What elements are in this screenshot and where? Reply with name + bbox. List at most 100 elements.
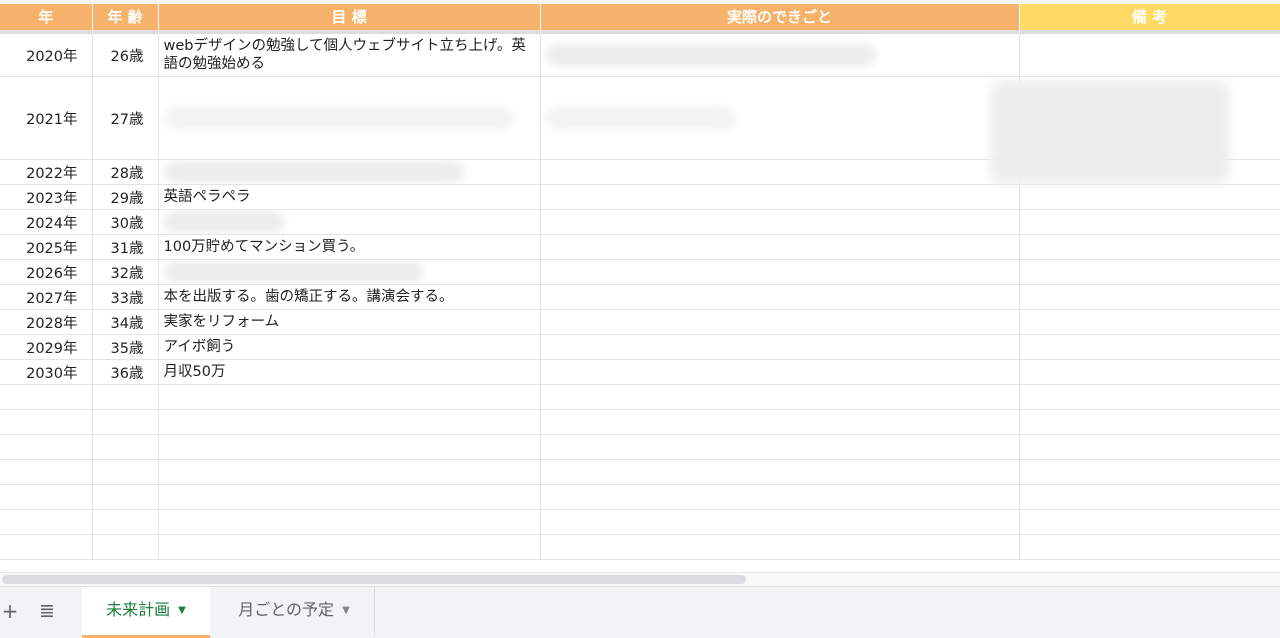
cell-year[interactable]: 2026年 [0,259,93,285]
cell-goal[interactable]: アイボ飼う [158,334,541,360]
cell-year[interactable]: 2028年 [0,309,93,335]
empty-cell[interactable] [92,384,159,410]
header-goal[interactable]: 目 標 [158,0,541,34]
header-year[interactable]: 年 [0,0,93,34]
horizontal-scrollbar[interactable] [0,572,1280,587]
cell-actual[interactable] [540,334,1020,360]
header-age[interactable]: 年 齢 [92,0,159,34]
tab-menu-caret-icon[interactable]: ▼ [178,588,186,634]
cell-year[interactable]: 2020年 [0,34,93,77]
cell-note[interactable] [1019,284,1280,310]
empty-cell[interactable] [1019,459,1280,485]
cell-actual[interactable] [540,209,1020,235]
cell-goal[interactable] [158,209,541,235]
empty-cell[interactable] [540,534,1020,560]
cell-actual[interactable] [540,259,1020,285]
empty-cell[interactable] [92,409,159,435]
empty-cell[interactable] [1019,434,1280,460]
empty-cell[interactable] [540,384,1020,410]
cell-note[interactable] [1019,359,1280,385]
empty-cell[interactable] [0,509,93,535]
cell-age[interactable]: 27歳 [92,76,159,160]
empty-cell[interactable] [1019,509,1280,535]
empty-cell[interactable] [92,484,159,510]
empty-cell[interactable] [540,434,1020,460]
cell-year[interactable]: 2029年 [0,334,93,360]
cell-year[interactable]: 2023年 [0,184,93,210]
empty-cell[interactable] [92,434,159,460]
cell-goal[interactable]: 月収50万 [158,359,541,385]
header-actual[interactable]: 実際のできごと [540,0,1020,34]
empty-cell[interactable] [1019,484,1280,510]
empty-cell[interactable] [540,409,1020,435]
cell-actual[interactable] [540,309,1020,335]
cell-actual[interactable] [540,359,1020,385]
cell-actual[interactable] [540,159,1020,185]
empty-cell[interactable] [92,509,159,535]
cell-age[interactable]: 30歳 [92,209,159,235]
cell-age[interactable]: 32歳 [92,259,159,285]
empty-cell[interactable] [1019,409,1280,435]
cell-note[interactable] [1019,334,1280,360]
cell-age[interactable]: 26歳 [92,34,159,77]
empty-cell[interactable] [158,384,541,410]
add-sheet-icon[interactable]: + [0,587,20,636]
cell-age[interactable]: 29歳 [92,184,159,210]
all-sheets-menu-icon[interactable]: ≣ [34,587,60,636]
spreadsheet-grid[interactable]: 年 年 齢 目 標 実際のできごと 備 考 2020年 26歳 webデザインの… [0,0,1280,572]
cell-goal[interactable]: webデザインの勉強して個人ウェブサイト立ち上げ。英語の勉強始める [158,34,541,77]
empty-cell[interactable] [1019,384,1280,410]
cell-actual[interactable] [540,34,1020,77]
empty-cell[interactable] [0,434,93,460]
cell-note[interactable] [1019,234,1280,260]
cell-year[interactable]: 2024年 [0,209,93,235]
cell-age[interactable]: 34歳 [92,309,159,335]
empty-cell[interactable] [0,384,93,410]
tab-monthly-schedule[interactable]: 月ごとの予定 ▼ [214,587,375,635]
cell-actual[interactable] [540,234,1020,260]
tab-menu-caret-icon[interactable]: ▼ [342,588,350,634]
cell-age[interactable]: 35歳 [92,334,159,360]
cell-goal[interactable] [158,159,541,185]
cell-year[interactable]: 2030年 [0,359,93,385]
cell-actual[interactable] [540,184,1020,210]
cell-note[interactable] [1019,34,1280,77]
cell-note[interactable] [1019,184,1280,210]
empty-cell[interactable] [0,484,93,510]
empty-cell[interactable] [1019,534,1280,560]
cell-age[interactable]: 36歳 [92,359,159,385]
empty-cell[interactable] [540,459,1020,485]
empty-cell[interactable] [158,434,541,460]
empty-cell[interactable] [0,459,93,485]
cell-goal[interactable]: 100万貯めてマンション買う。 [158,234,541,260]
cell-goal[interactable] [158,76,541,160]
cell-actual[interactable] [540,284,1020,310]
header-note[interactable]: 備 考 [1019,0,1280,34]
cell-note[interactable] [1019,309,1280,335]
empty-cell[interactable] [158,459,541,485]
cell-year[interactable]: 2025年 [0,234,93,260]
empty-cell[interactable] [158,534,541,560]
empty-cell[interactable] [92,534,159,560]
empty-cell[interactable] [158,409,541,435]
cell-age[interactable]: 28歳 [92,159,159,185]
tab-future-plan[interactable]: 未来計画 ▼ [82,587,210,638]
cell-note[interactable] [1019,209,1280,235]
cell-goal[interactable] [158,259,541,285]
empty-cell[interactable] [0,534,93,560]
cell-goal[interactable]: 本を出版する。歯の矯正する。講演会する。 [158,284,541,310]
empty-cell[interactable] [92,459,159,485]
cell-age[interactable]: 33歳 [92,284,159,310]
cell-goal[interactable]: 英語ペラペラ [158,184,541,210]
empty-cell[interactable] [540,484,1020,510]
cell-goal[interactable]: 実家をリフォーム [158,309,541,335]
empty-cell[interactable] [158,509,541,535]
cell-age[interactable]: 31歳 [92,234,159,260]
scrollbar-thumb[interactable] [2,575,746,584]
empty-cell[interactable] [158,484,541,510]
empty-cell[interactable] [0,409,93,435]
cell-year[interactable]: 2021年 [0,76,93,160]
cell-actual[interactable] [540,76,1020,160]
empty-cell[interactable] [540,509,1020,535]
cell-year[interactable]: 2027年 [0,284,93,310]
